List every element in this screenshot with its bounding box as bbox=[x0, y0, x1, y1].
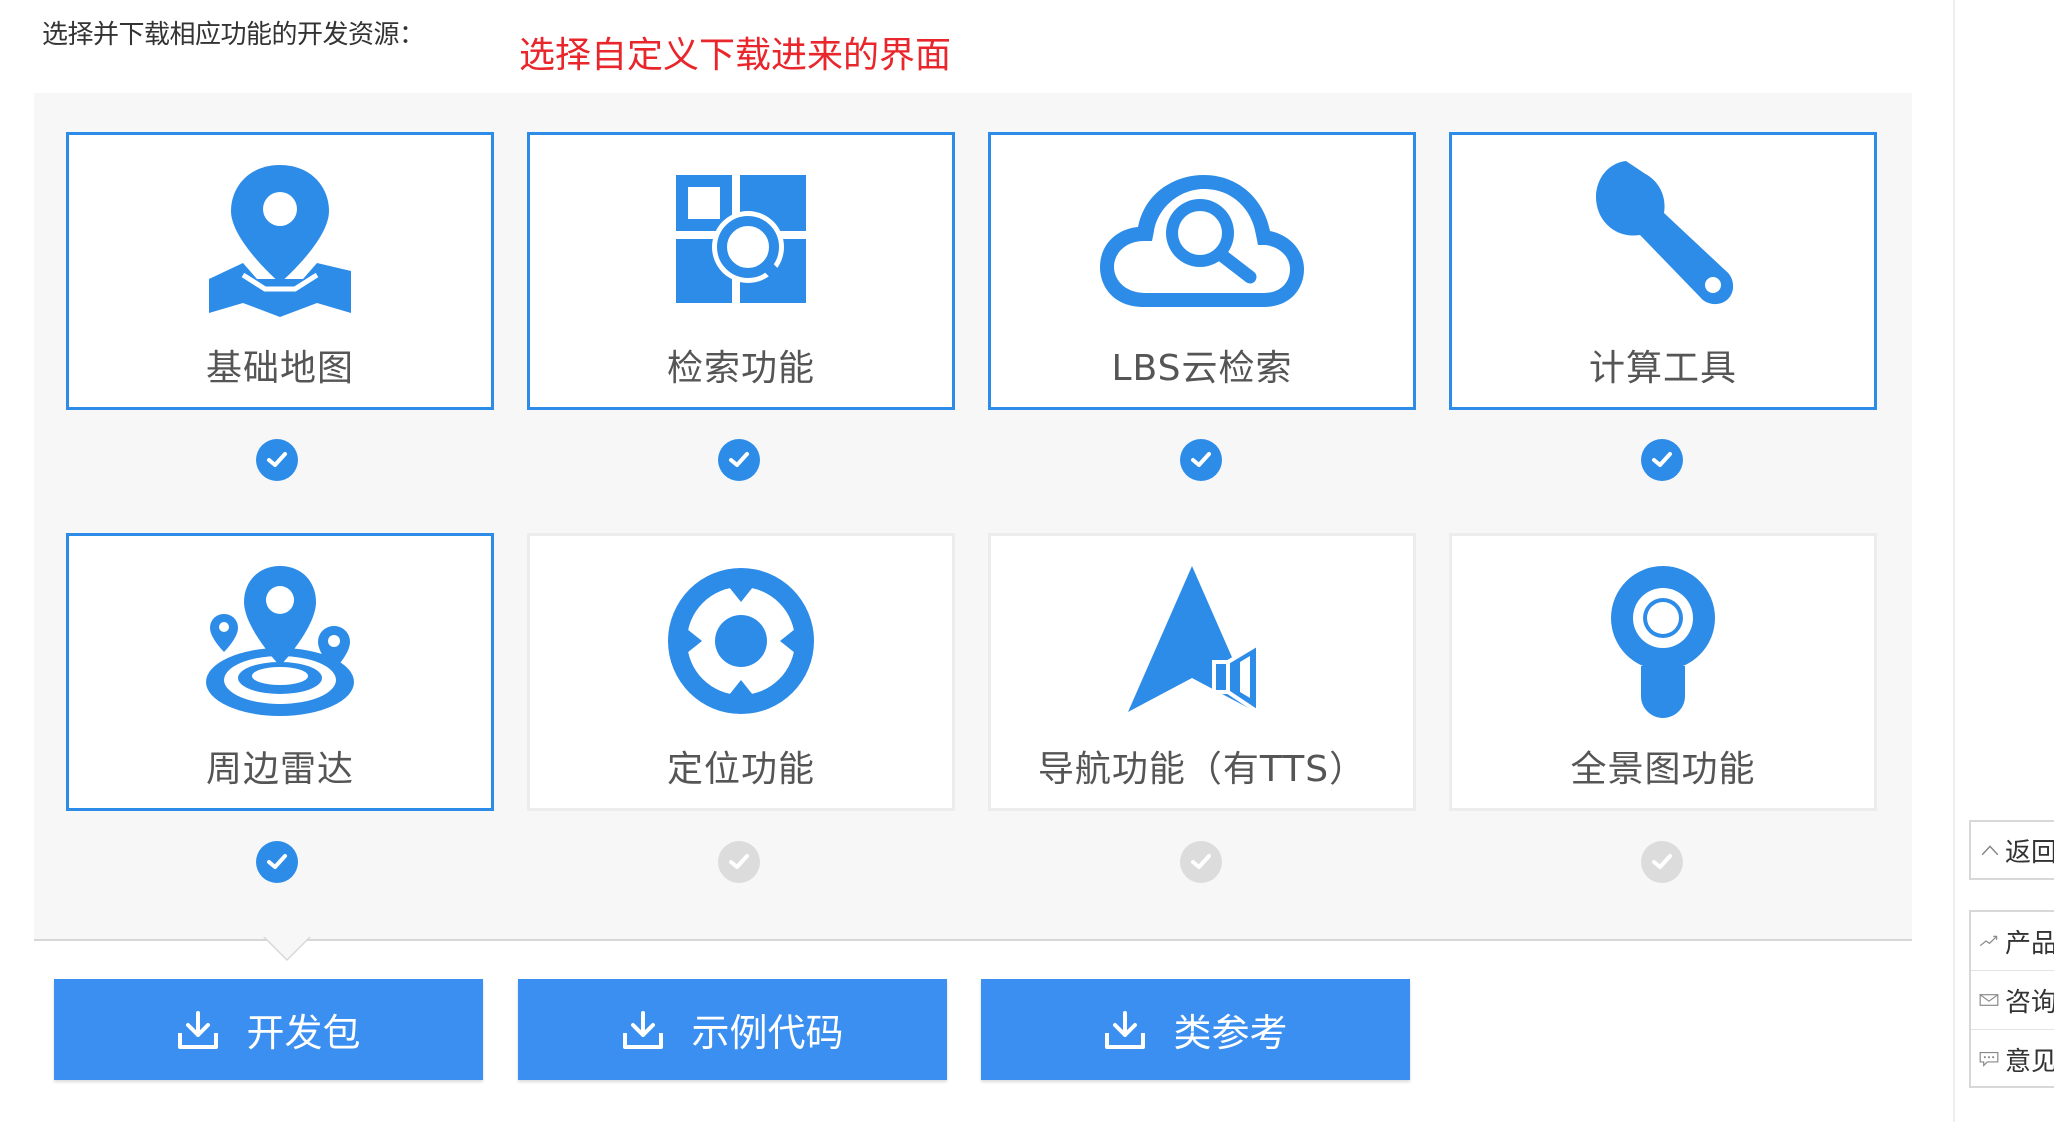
cloud-search-icon bbox=[991, 161, 1413, 319]
feature-label: 基础地图 bbox=[205, 348, 354, 389]
back-to-top-button[interactable]: 返回 bbox=[1969, 820, 2054, 880]
download-sdk-button[interactable]: 开发包 bbox=[54, 979, 483, 1080]
float-item-consult[interactable]: 咨询 bbox=[1971, 971, 2054, 1030]
right-divider bbox=[1953, 0, 1955, 1122]
feature-check-6[interactable] bbox=[1180, 841, 1222, 883]
feature-check-2[interactable] bbox=[1180, 439, 1222, 481]
feature-card-nearby-radar[interactable]: 周边雷达 bbox=[66, 533, 494, 811]
feature-card-navigation[interactable]: 导航功能（有TTS） bbox=[988, 533, 1416, 811]
check-icon bbox=[1191, 854, 1211, 869]
feature-label: 全景图功能 bbox=[1570, 749, 1756, 790]
annotation-text: 选择自定义下载进来的界面 bbox=[519, 35, 952, 76]
feature-check-3[interactable] bbox=[1641, 439, 1683, 481]
download-icon bbox=[623, 1010, 664, 1049]
download-sample-code-button[interactable]: 示例代码 bbox=[518, 979, 947, 1080]
feature-card-search[interactable]: 检索功能 bbox=[527, 132, 955, 410]
check-icon bbox=[267, 854, 287, 869]
feature-card-location[interactable]: 定位功能 bbox=[527, 533, 955, 811]
float-item-product[interactable]: 产品 bbox=[1971, 912, 2054, 971]
check-icon bbox=[1652, 854, 1672, 869]
feature-card-panorama[interactable]: 全景图功能 bbox=[1449, 533, 1877, 811]
feature-check-7[interactable] bbox=[1641, 841, 1683, 883]
float-item-label: 意见 bbox=[2004, 1046, 2054, 1077]
map-pin-icon bbox=[69, 161, 491, 319]
check-icon bbox=[729, 452, 749, 467]
download-class-reference-button[interactable]: 类参考 bbox=[981, 979, 1410, 1080]
feature-card-lbs-cloud[interactable]: LBS云检索 bbox=[988, 132, 1416, 410]
check-icon bbox=[1191, 452, 1211, 467]
feature-label: 检索功能 bbox=[666, 348, 815, 389]
feature-label: LBS云检索 bbox=[1111, 348, 1293, 389]
check-icon bbox=[729, 854, 749, 869]
feature-label: 导航功能（有TTS） bbox=[1037, 749, 1367, 790]
chevron-up-icon bbox=[1981, 845, 1999, 856]
download-class-reference-label: 类参考 bbox=[1173, 1011, 1288, 1055]
feature-card-basic-map[interactable]: 基础地图 bbox=[66, 132, 494, 410]
feature-label: 周边雷达 bbox=[205, 749, 354, 790]
navigation-arrow-icon bbox=[991, 562, 1413, 720]
back-to-top-label: 返回 bbox=[2004, 837, 2054, 868]
check-icon bbox=[267, 452, 287, 467]
download-sdk-label: 开发包 bbox=[246, 1011, 361, 1055]
instruction-text: 选择并下载相应功能的开发资源： bbox=[42, 20, 425, 50]
wrench-icon bbox=[1452, 161, 1874, 319]
radar-icon bbox=[69, 562, 491, 720]
locate-target-icon bbox=[530, 562, 952, 720]
panorama-icon bbox=[1452, 562, 1874, 720]
float-toolbar: 产品 咨询 意见 bbox=[1969, 910, 2054, 1088]
float-item-label: 产品 bbox=[2004, 928, 2054, 959]
float-item-label: 咨询 bbox=[2004, 987, 2054, 1018]
feature-label: 定位功能 bbox=[666, 749, 815, 790]
feature-check-5[interactable] bbox=[718, 841, 760, 883]
check-icon bbox=[1652, 452, 1672, 467]
feature-label: 计算工具 bbox=[1588, 348, 1737, 389]
download-sample-code-label: 示例代码 bbox=[691, 1011, 844, 1055]
feature-check-0[interactable] bbox=[256, 439, 298, 481]
feature-card-calc-tools[interactable]: 计算工具 bbox=[1449, 132, 1877, 410]
feature-check-1[interactable] bbox=[718, 439, 760, 481]
trend-icon bbox=[1979, 935, 1998, 947]
feature-check-4[interactable] bbox=[256, 841, 298, 883]
search-grid-icon bbox=[530, 161, 952, 319]
download-icon bbox=[1105, 1010, 1146, 1049]
mail-icon bbox=[1979, 994, 1999, 1006]
download-icon bbox=[178, 1010, 219, 1049]
float-item-feedback[interactable]: 意见 bbox=[1971, 1030, 2054, 1086]
chat-bubble-icon bbox=[1979, 1051, 1999, 1067]
